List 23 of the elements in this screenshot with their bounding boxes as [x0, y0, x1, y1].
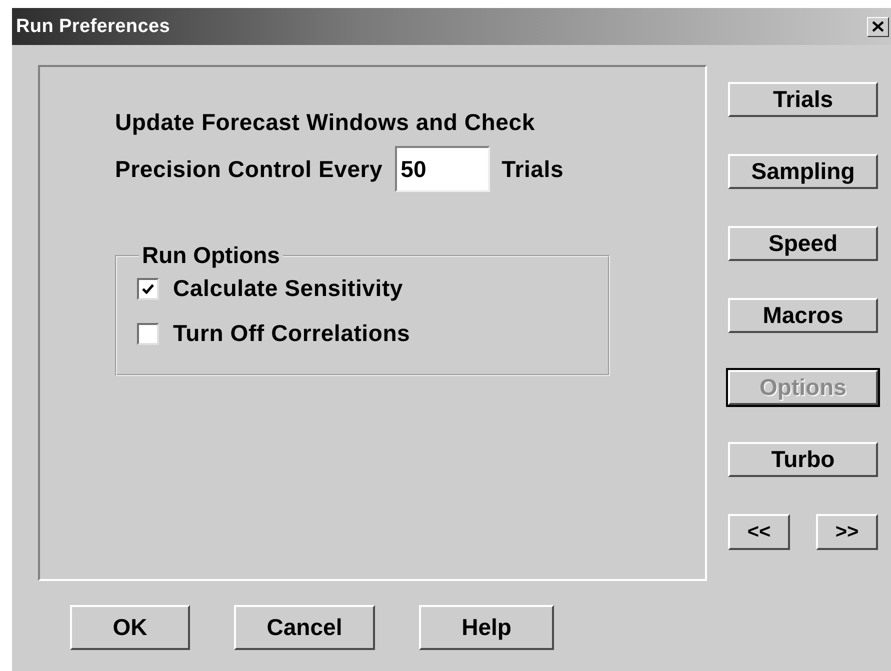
section-button[interactable]: Macros [728, 298, 878, 333]
close-button[interactable] [867, 16, 889, 36]
nav-button[interactable]: >> [816, 514, 878, 550]
trials-input-field[interactable]: 50 [394, 146, 490, 192]
dialog-button[interactable]: Cancel [234, 605, 375, 650]
window-title: Run Preferences [16, 16, 170, 38]
dialog-button[interactable]: Help [419, 605, 554, 650]
checkbox-label: Turn Off Correlations [173, 320, 410, 347]
nav-button[interactable]: << [728, 514, 790, 550]
prompt-text: Precision Control Every [115, 156, 383, 182]
checkbox[interactable] [137, 322, 159, 344]
prompt-text: Update Forecast Windows and Check [115, 109, 536, 136]
dialog-button[interactable]: OK [70, 605, 190, 650]
section-button[interactable]: Sampling [728, 154, 878, 189]
group-title: Run Options [141, 242, 281, 269]
section-button[interactable]: Speed [728, 226, 878, 261]
checkbox-label: Calculate Sensitivity [173, 275, 403, 302]
unit-label: Trials [502, 156, 564, 182]
checkbox[interactable] [137, 278, 159, 300]
section-button[interactable]: Trials [728, 82, 878, 117]
section-button[interactable]: Turbo [728, 442, 878, 477]
checkmark-icon [142, 284, 154, 294]
close-icon [872, 21, 884, 32]
